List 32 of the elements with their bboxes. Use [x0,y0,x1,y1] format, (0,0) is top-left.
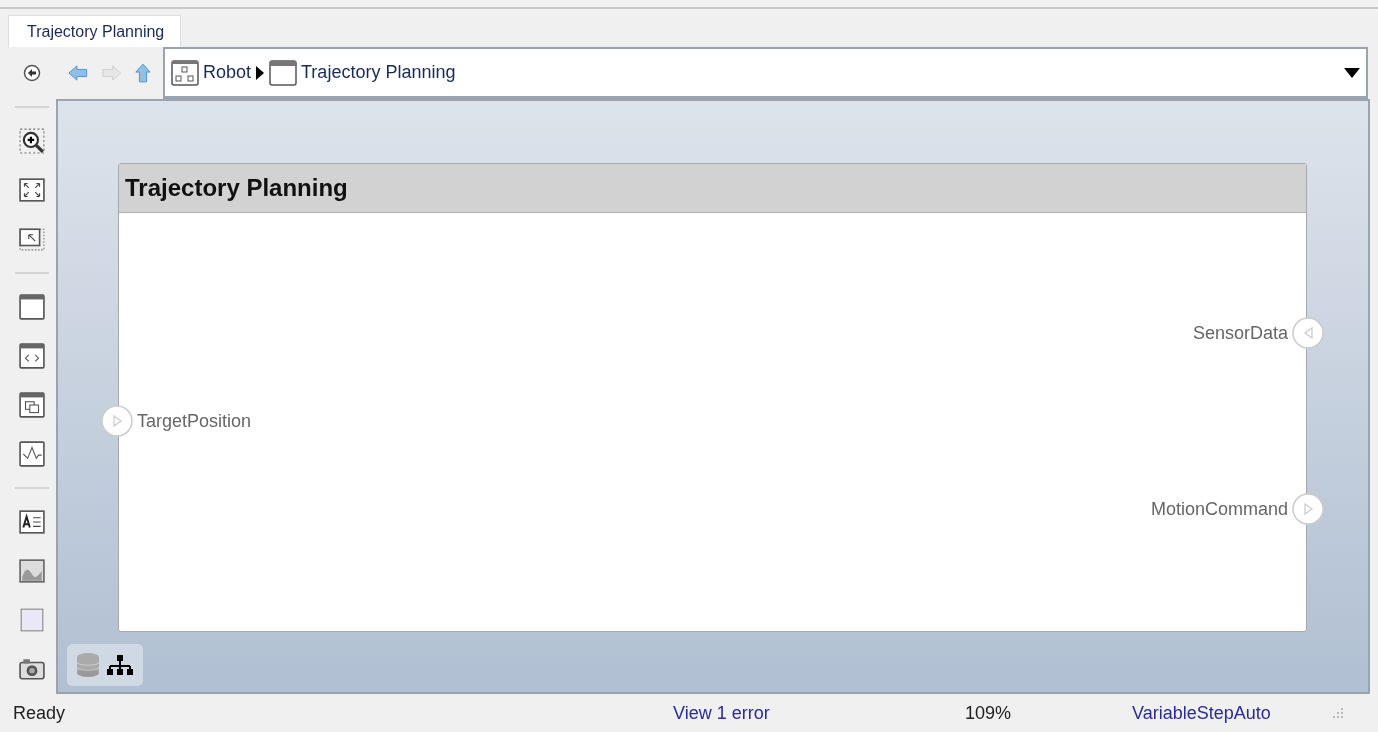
input-port-icon[interactable] [1292,317,1324,349]
component-icon [269,59,298,86]
port-label: TargetPosition [137,410,252,432]
dropdown-arrow-icon[interactable] [1344,67,1360,78]
component-icon[interactable] [19,293,45,320]
port-label: MotionCommand [1150,498,1288,520]
breadcrumb-link[interactable]: Trajectory Planning [301,62,456,83]
image-icon[interactable] [19,557,45,584]
adapter-icon[interactable] [19,441,45,468]
resize-grip-icon[interactable] [1332,707,1344,719]
status-text: Ready [13,702,67,724]
breadcrumb-link[interactable]: Robot [203,62,252,83]
solver-link[interactable]: VariableStepAuto [1132,702,1332,724]
annotation-icon[interactable] [19,508,45,535]
separator-arrow-icon [255,64,266,81]
fit-to-view-icon[interactable] [19,177,45,204]
model-icon [171,59,199,86]
error-link[interactable]: View 1 error [673,702,965,724]
port-label: SensorData [1192,322,1288,344]
input-port-icon[interactable] [101,405,133,437]
hide-toolbar-icon[interactable] [23,63,41,82]
tab[interactable]: Trajectory Planning [8,15,182,49]
zoom-level: 109% [965,702,1013,724]
back-arrow-icon[interactable] [68,64,88,82]
camera-icon[interactable] [19,656,45,683]
hierarchy-icon[interactable] [106,654,134,676]
zoom-to-area-icon[interactable] [19,226,45,253]
up-arrow-icon[interactable] [135,62,151,84]
component-title: Trajectory Planning [119,164,1306,213]
reference-component-icon[interactable] [19,342,45,369]
variant-component-icon[interactable] [19,392,45,419]
zoom-in-icon[interactable] [19,127,45,154]
